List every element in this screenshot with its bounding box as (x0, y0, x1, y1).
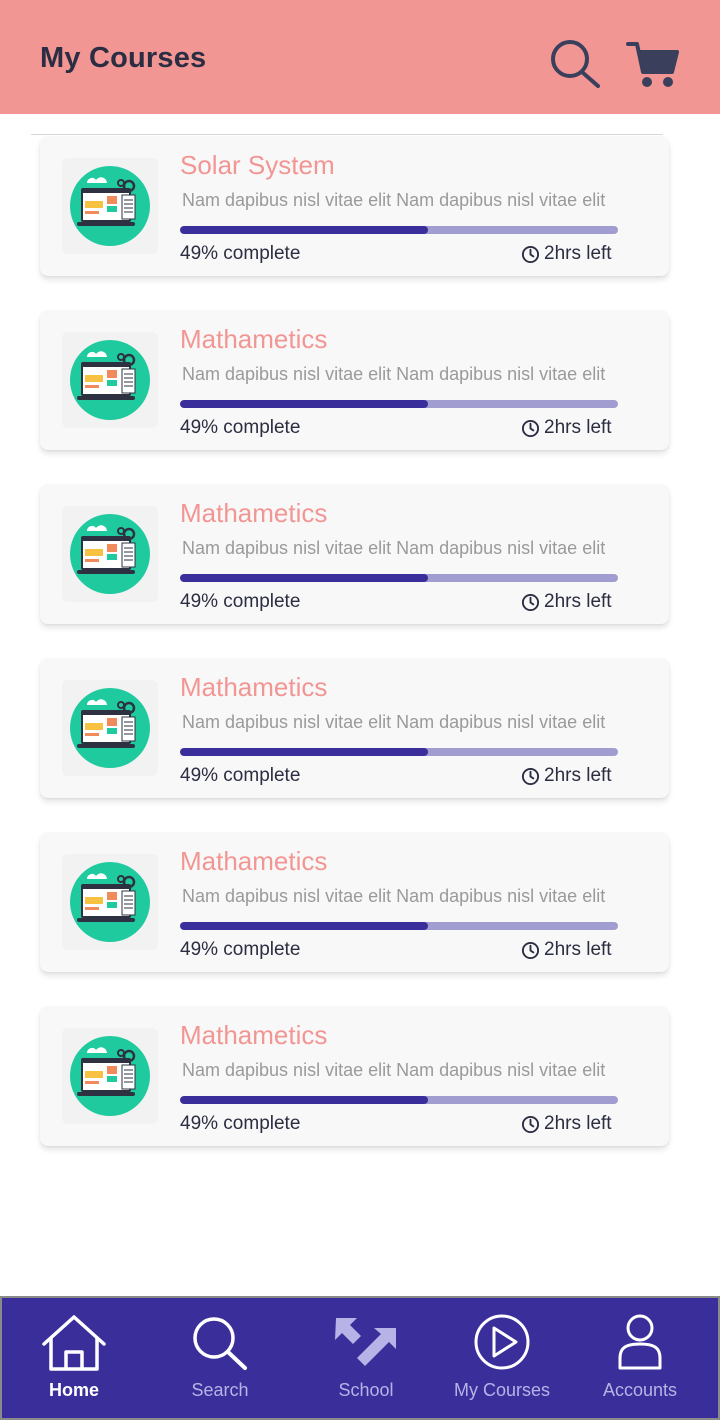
time-left: 2hrs left (521, 1113, 612, 1135)
progress-fill (180, 748, 429, 756)
progress-bar (180, 922, 618, 930)
nav-item-school[interactable]: School (316, 1298, 416, 1418)
nav-label-my-courses: My Courses (453, 1380, 551, 1400)
time-left: 2hrs left (521, 243, 612, 265)
course-description: Nam dapibus nisl vitae elit Nam dapibus … (182, 1060, 606, 1080)
page-title: My Courses (40, 42, 207, 74)
user-icon (618, 1314, 662, 1370)
progress-label: 49% complete (180, 417, 301, 438)
clock-icon (521, 1115, 540, 1133)
course-thumbnail-icon (70, 514, 150, 594)
progress-bar (180, 574, 618, 582)
progress-fill (180, 226, 429, 234)
course-thumbnail (62, 680, 158, 776)
course-description: Nam dapibus nisl vitae elit Nam dapibus … (182, 538, 606, 558)
header-divider (31, 134, 663, 135)
course-title: Mathametics (180, 1020, 328, 1050)
course-title: Mathametics (180, 672, 328, 702)
time-left-label: 2hrs left (544, 417, 612, 438)
course-thumbnail-icon (70, 166, 150, 246)
time-left: 2hrs left (521, 591, 612, 613)
nav-label-accounts: Accounts (602, 1380, 678, 1400)
app-header: My Courses (0, 0, 720, 114)
bottom-nav: Home Search School My Courses Accounts (0, 1296, 720, 1420)
course-card[interactable]: Solar System Nam dapibus nisl vitae elit … (40, 136, 669, 276)
course-description: Nam dapibus nisl vitae elit Nam dapibus … (182, 886, 606, 906)
course-title: Mathametics (180, 324, 328, 354)
nav-item-accounts[interactable]: Accounts (590, 1298, 690, 1418)
time-left-label: 2hrs left (544, 765, 612, 786)
time-left-label: 2hrs left (544, 243, 612, 264)
clock-icon (521, 419, 540, 437)
progress-fill (180, 574, 429, 582)
course-thumbnail-icon (70, 688, 150, 768)
course-title: Mathametics (180, 498, 328, 528)
nav-item-my-courses[interactable]: My Courses (442, 1298, 562, 1418)
progress-fill (180, 922, 429, 930)
time-left: 2hrs left (521, 765, 612, 787)
progress-label: 49% complete (180, 1113, 301, 1134)
nav-item-home[interactable]: Home (24, 1298, 124, 1418)
course-card[interactable]: Mathametics Nam dapibus nisl vitae elit N… (40, 484, 669, 624)
course-thumbnail (62, 854, 158, 950)
course-thumbnail-icon (70, 340, 150, 420)
time-left-label: 2hrs left (544, 1113, 612, 1134)
course-thumbnail-icon (70, 862, 150, 942)
progress-bar (180, 226, 618, 234)
course-description: Nam dapibus nisl vitae elit Nam dapibus … (182, 712, 606, 732)
search-icon (193, 1317, 247, 1370)
clock-icon (521, 767, 540, 785)
course-description: Nam dapibus nisl vitae elit Nam dapibus … (182, 190, 606, 210)
course-card[interactable]: Mathametics Nam dapibus nisl vitae elit N… (40, 1006, 669, 1146)
course-card[interactable]: Mathametics Nam dapibus nisl vitae elit N… (40, 310, 669, 450)
progress-fill (180, 1096, 429, 1104)
progress-label: 49% complete (180, 939, 301, 960)
nav-item-search[interactable]: Search (170, 1298, 270, 1418)
time-left-label: 2hrs left (544, 591, 612, 612)
progress-fill (180, 400, 429, 408)
progress-label: 49% complete (180, 765, 301, 786)
nav-label-search: Search (191, 1380, 249, 1400)
course-description: Nam dapibus nisl vitae elit Nam dapibus … (182, 364, 606, 384)
course-title: Mathametics (180, 846, 328, 876)
nav-label-home: Home (48, 1380, 99, 1400)
school-icon (335, 1318, 396, 1366)
course-thumbnail (62, 506, 158, 602)
progress-bar (180, 1096, 618, 1104)
time-left: 2hrs left (521, 417, 612, 439)
progress-label: 49% complete (180, 591, 301, 612)
course-thumbnail (62, 1028, 158, 1124)
progress-label: 49% complete (180, 243, 301, 264)
course-card[interactable]: Mathametics Nam dapibus nisl vitae elit N… (40, 832, 669, 972)
time-left-label: 2hrs left (544, 939, 612, 960)
course-card[interactable]: Mathametics Nam dapibus nisl vitae elit N… (40, 658, 669, 798)
progress-bar (180, 400, 618, 408)
time-left: 2hrs left (521, 939, 612, 961)
home-icon (42, 1315, 106, 1371)
course-title: Solar System (180, 150, 335, 180)
course-thumbnail-icon (70, 1036, 150, 1116)
cart-icon[interactable] (626, 38, 680, 90)
clock-icon (521, 593, 540, 611)
nav-label-school: School (338, 1380, 394, 1400)
course-thumbnail (62, 332, 158, 428)
progress-bar (180, 748, 618, 756)
clock-icon (521, 245, 540, 263)
course-thumbnail (62, 158, 158, 254)
clock-icon (521, 941, 540, 959)
play-icon (474, 1314, 530, 1370)
search-icon[interactable] (548, 38, 602, 90)
